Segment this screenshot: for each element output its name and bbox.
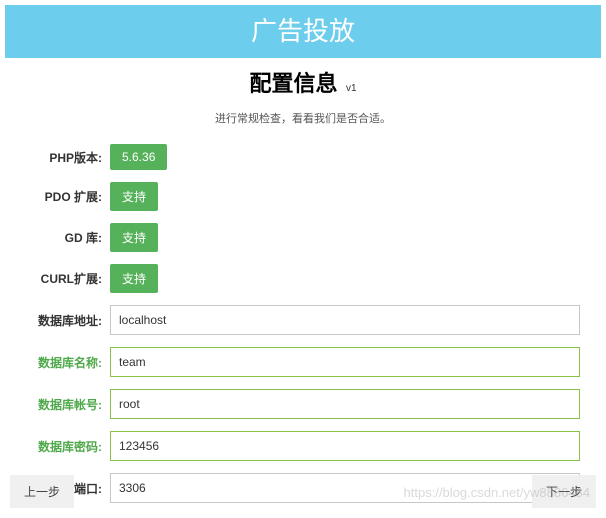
check-badge: 支持: [110, 223, 158, 252]
check-badge: 5.6.36: [110, 144, 167, 170]
check-badge: 支持: [110, 264, 158, 293]
check-label: PDO 扩展:: [10, 188, 110, 205]
field-row: 数据库密码:: [10, 431, 596, 461]
db-user-input[interactable]: [110, 389, 580, 419]
prev-button[interactable]: 上一步: [10, 475, 74, 508]
field-row: 数据库帐号:: [10, 389, 596, 419]
version-label: v1: [346, 83, 357, 94]
field-label-db-pass: 数据库密码:: [10, 438, 110, 455]
check-row: PDO 扩展: 支持: [10, 182, 596, 211]
check-badge: 支持: [110, 182, 158, 211]
field-row: 数据库地址:: [10, 305, 596, 335]
page-header: 广告投放: [5, 5, 601, 58]
config-form: PHP版本: 5.6.36 PDO 扩展: 支持 GD 库: 支持 CURL扩展…: [0, 144, 606, 503]
subtitle: 进行常规检查，看看我们是否合适。: [0, 110, 606, 126]
db-host-input[interactable]: [110, 305, 580, 335]
title-row: 配置信息 v1: [0, 66, 606, 98]
check-label: CURL扩展:: [10, 270, 110, 287]
next-button[interactable]: 下一步: [532, 475, 596, 508]
nav-bar: 上一步 下一步: [0, 475, 606, 508]
field-row: 数据库名称:: [10, 347, 596, 377]
check-label: PHP版本:: [10, 149, 110, 166]
db-pass-input[interactable]: [110, 431, 580, 461]
check-label: GD 库:: [10, 229, 110, 246]
page-title: 配置信息: [249, 66, 337, 98]
db-name-input[interactable]: [110, 347, 580, 377]
field-label-db-user: 数据库帐号:: [10, 396, 110, 413]
check-row: CURL扩展: 支持: [10, 264, 596, 293]
field-label-db-name: 数据库名称:: [10, 354, 110, 371]
field-label-db-host: 数据库地址:: [10, 312, 110, 329]
check-row: GD 库: 支持: [10, 223, 596, 252]
check-row: PHP版本: 5.6.36: [10, 144, 596, 170]
